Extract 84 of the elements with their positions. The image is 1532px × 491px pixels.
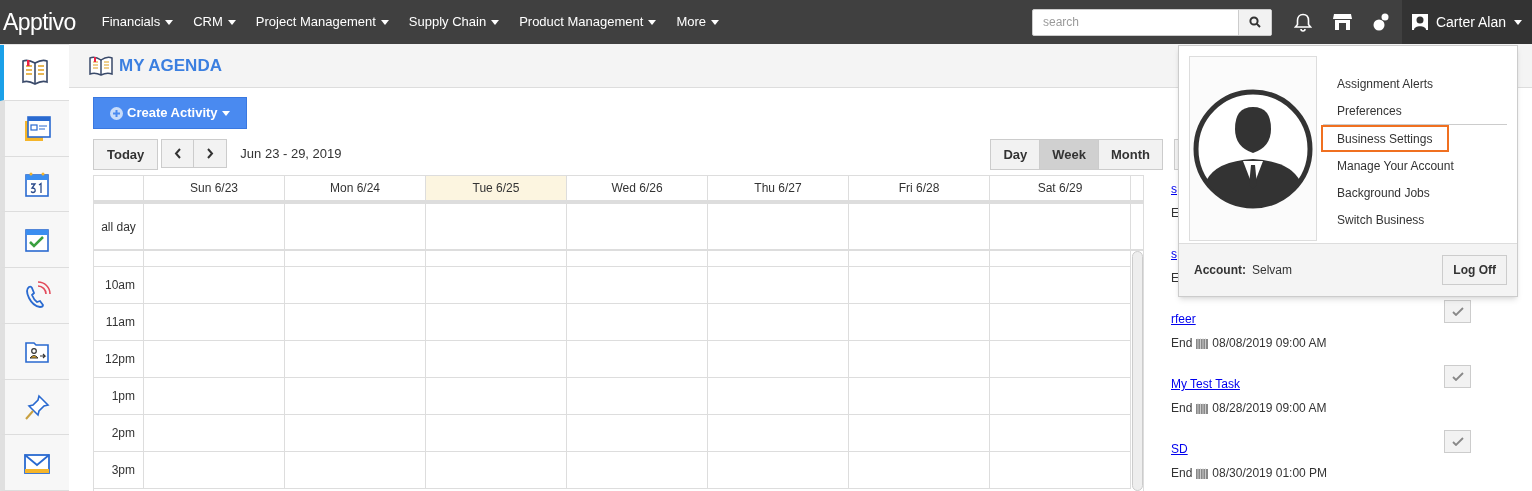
hour-label: 3pm [94,452,144,488]
task-link[interactable]: s [1171,247,1177,261]
caret-icon [380,19,389,25]
end-label: End [1171,335,1193,352]
end-label: End [1171,400,1193,417]
chevron-left-icon [173,148,182,159]
end-label: End [1171,465,1193,482]
sidebar-item[interactable] [0,45,69,101]
end-label: E [1171,205,1179,222]
search-icon [1248,16,1261,28]
user-menu-button[interactable]: Carter Alan [1401,0,1532,44]
sidebar-item[interactable] [0,156,69,213]
hour-label: 12pm [94,341,144,377]
hour-label: 1pm [94,378,144,414]
view-tab[interactable]: Week [1040,139,1099,170]
check-icon [1451,372,1464,381]
store-icon[interactable] [1332,13,1352,31]
complete-button[interactable] [1444,430,1471,453]
card-icon [22,113,52,144]
view-tab[interactable]: Day [990,139,1041,170]
avatar-icon [1411,14,1428,30]
search-input[interactable]: search [1032,9,1238,35]
hour-label: 10am [94,267,144,303]
end-date: 08/28/2019 09:00 AM [1212,400,1327,417]
search-field[interactable]: search [1031,8,1272,36]
sidebar-item[interactable] [0,323,69,380]
bell-icon[interactable] [1293,12,1312,32]
nav-menu-item[interactable]: More [666,0,730,44]
date-range: Jun 23 - 29, 2019 [240,145,342,163]
today-button[interactable]: Today [93,139,159,170]
logo[interactable]: Apptivo [0,4,92,40]
task-link[interactable]: My Test Task [1171,377,1240,391]
task-link[interactable]: rfeer [1171,312,1196,326]
all-day-label: all day [94,204,144,249]
sidebar-item[interactable] [0,268,69,324]
check-icon [1451,307,1464,316]
complete-button[interactable] [1444,365,1471,388]
hour-label: 2pm [94,415,144,451]
task-link[interactable]: SD [1171,442,1188,456]
user-menu-item[interactable]: Preferences [1335,97,1507,124]
sidebar-item[interactable] [0,212,69,268]
caret-icon [227,19,236,25]
sidebar-item[interactable] [0,379,69,436]
complete-button[interactable] [1444,300,1471,323]
book-icon [89,55,113,76]
user-menu-item[interactable]: Background Jobs [1335,179,1507,206]
search-button[interactable] [1237,9,1271,35]
task-link[interactable]: s [1171,182,1177,196]
next-button[interactable] [194,139,228,168]
view-tab[interactable]: Month [1099,139,1163,170]
plus-circle-icon [110,106,123,120]
book-icon [19,57,50,88]
caret-icon [165,19,174,25]
caret-icon [1514,19,1522,25]
account-name: Selvam [1252,262,1292,279]
page-title: MY AGENDA [119,54,222,77]
user-menu-item[interactable]: Switch Business [1335,206,1507,233]
nav-menu-item[interactable]: Financials [91,0,184,44]
chat-bubbles-icon[interactable] [1372,12,1390,32]
end-date: 08/08/2019 09:00 AM [1212,335,1327,352]
sidebar-item[interactable] [0,100,69,157]
hour-label: 11am [94,304,144,340]
caret-icon [221,110,230,116]
caret-icon [491,19,500,25]
check-icon [1451,437,1464,446]
user-menu-item[interactable]: Manage Your Account [1335,152,1507,179]
caret-icon [711,19,720,25]
nav-menu-item[interactable]: Supply Chain [398,0,510,44]
previous-button[interactable] [161,139,195,168]
account-label: Account: [1194,262,1246,279]
user-menu-item[interactable]: Assignment Alerts [1335,70,1507,97]
end-date: 08/30/2019 01:00 PM [1212,465,1328,482]
person-silhouette-icon [1193,88,1313,209]
sidebar-item[interactable] [0,435,69,491]
caret-icon [648,19,657,25]
nav-menu-item[interactable]: Project Management [245,0,399,44]
nav-menu-item[interactable]: Product Management [509,0,667,44]
log-off-button[interactable]: Log Off [1442,255,1507,285]
day-header: Tue 6/25 [426,176,567,200]
scrollbar[interactable] [1132,251,1143,491]
end-label: E [1171,270,1179,287]
user-menu-item[interactable]: Business Settings [1321,125,1449,152]
chevron-right-icon [206,148,215,159]
nav-menu-item[interactable]: CRM [183,0,246,44]
